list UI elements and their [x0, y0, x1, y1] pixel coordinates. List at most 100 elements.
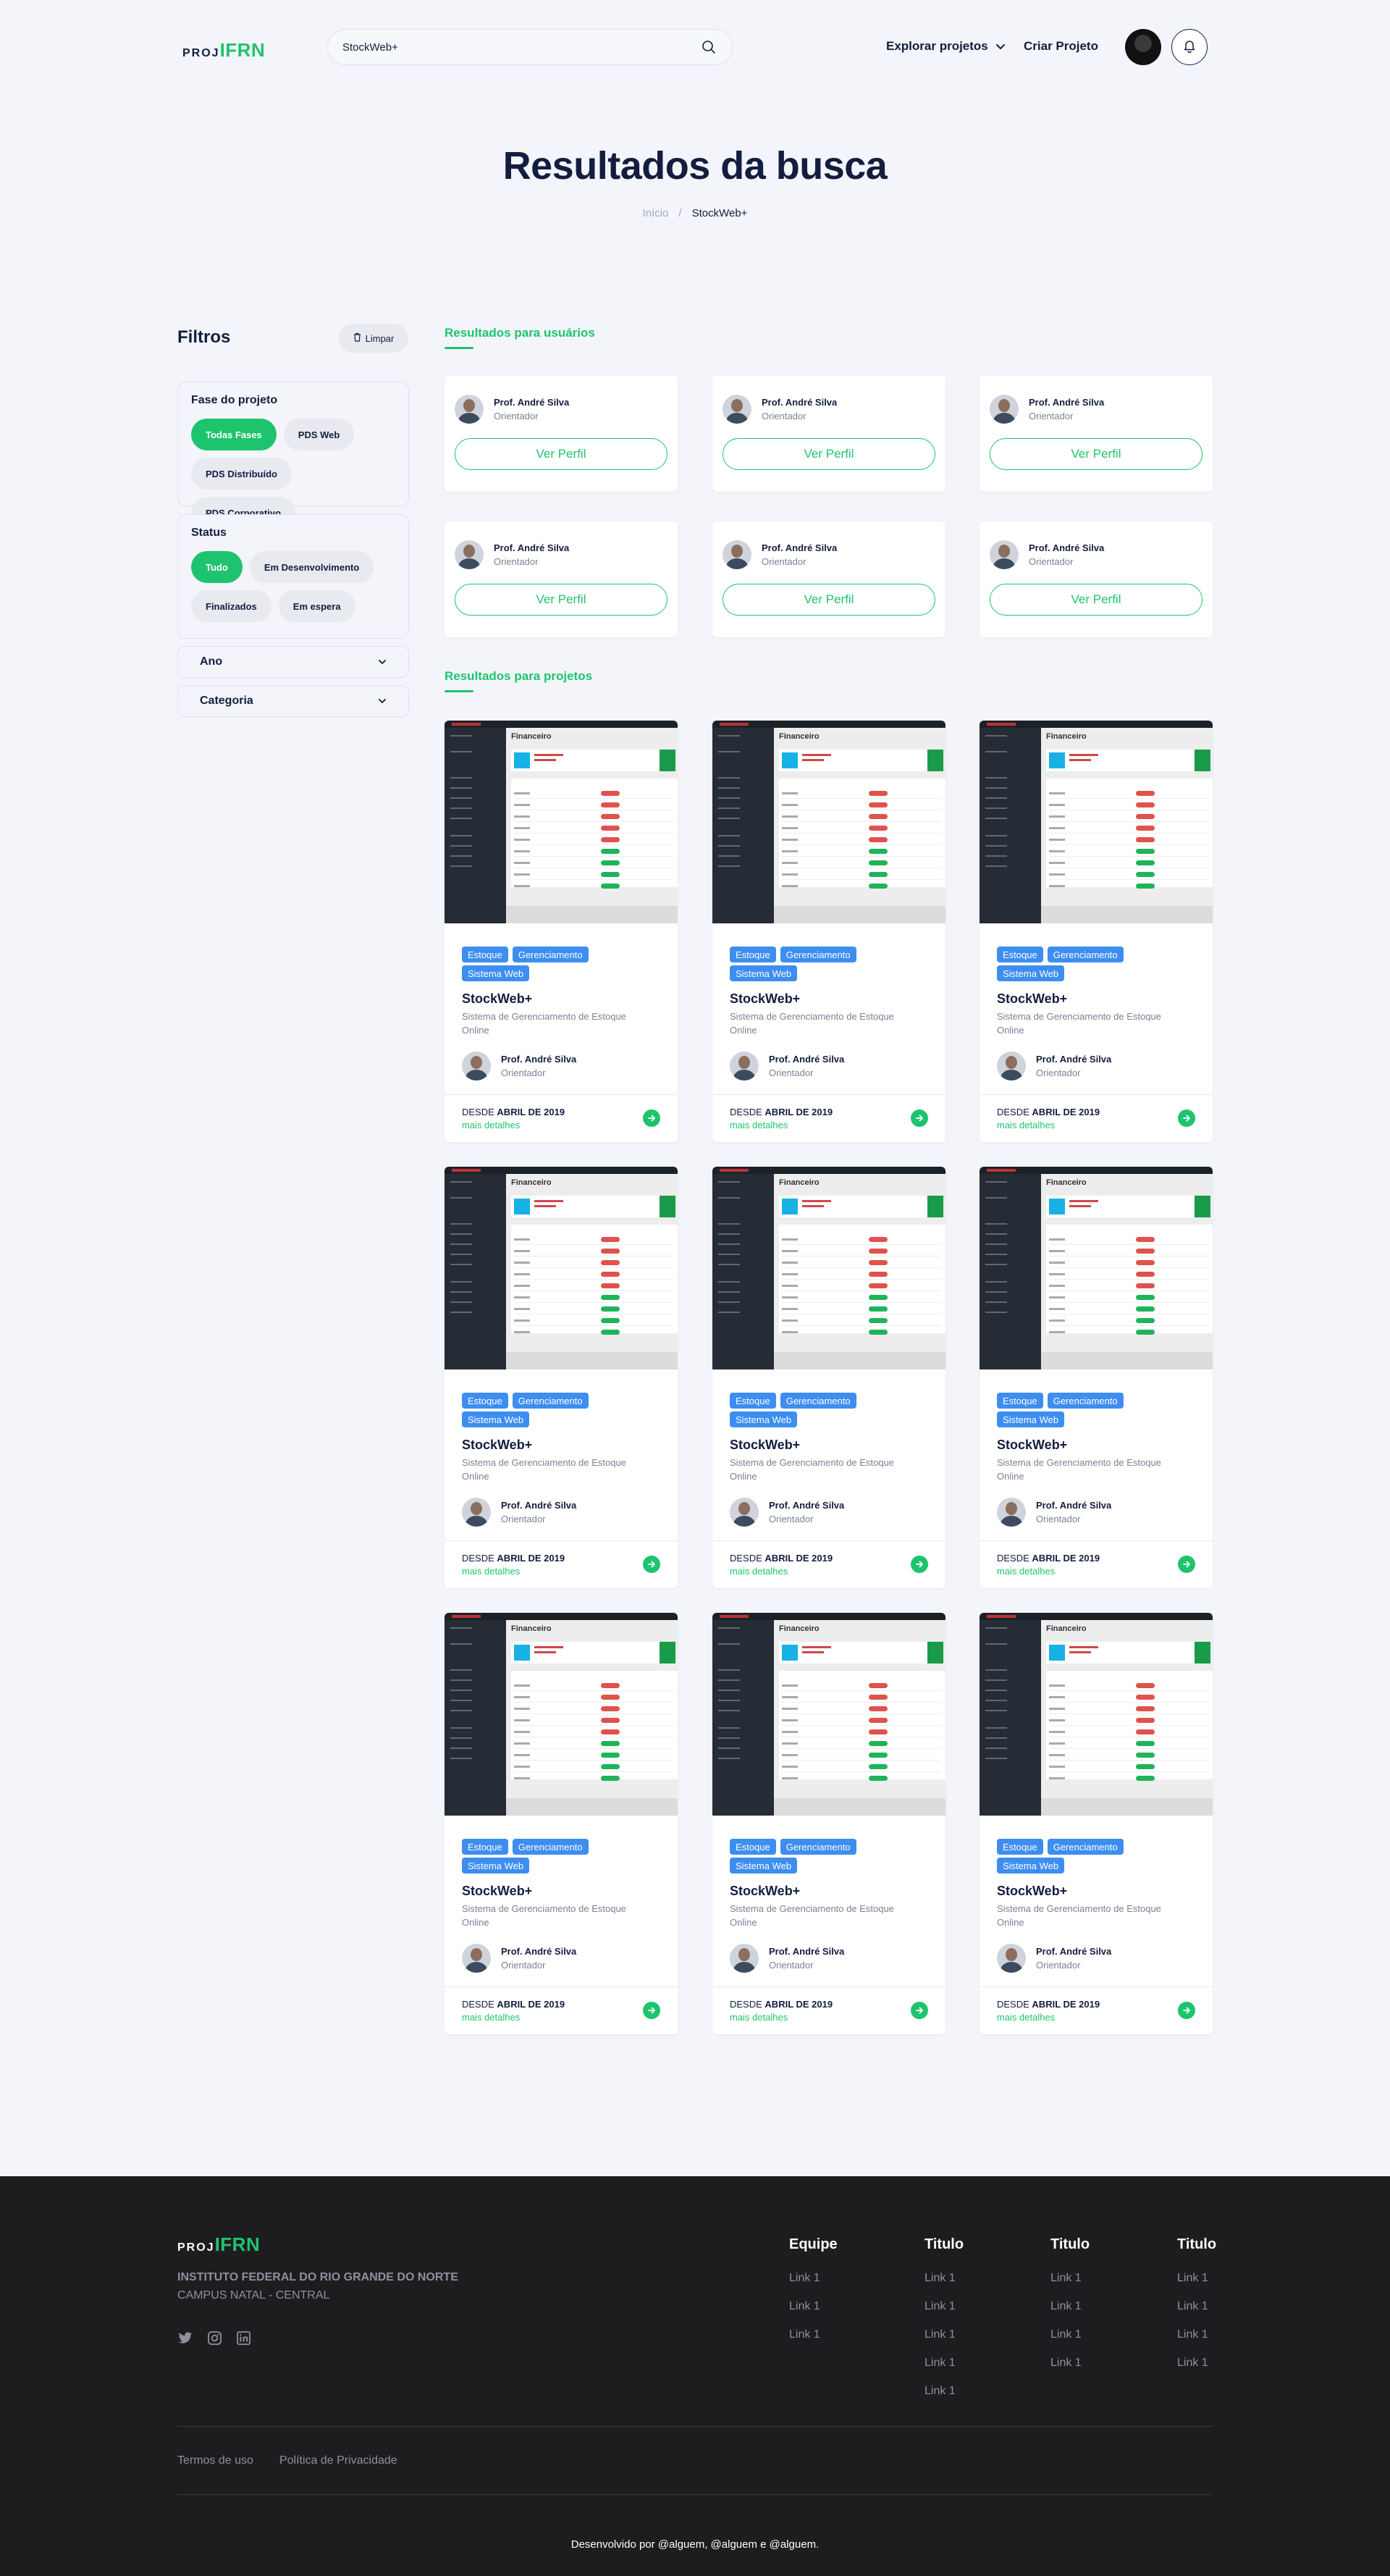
tag[interactable]: Gerenciamento	[780, 947, 856, 962]
more-details-link[interactable]: mais detalhes	[730, 1120, 928, 1130]
arrow-right-icon[interactable]	[1178, 1556, 1195, 1573]
tag[interactable]: Estoque	[462, 1393, 508, 1409]
view-profile-button[interactable]: Ver Perfil	[455, 438, 667, 470]
footer-link[interactable]: Link 1	[789, 2300, 838, 2313]
project-card[interactable]: Financeiro Estoque Gerenciamento Sistema We…	[980, 1167, 1213, 1588]
brand-logo[interactable]: PROJ IFRN	[182, 39, 265, 62]
user-avatar[interactable]	[1125, 29, 1161, 65]
tag[interactable]: Sistema Web	[462, 965, 530, 981]
project-card[interactable]: Financeiro Estoque Gerenciamento Sistema We…	[712, 1613, 945, 2034]
more-details-link[interactable]: mais detalhes	[730, 1566, 928, 1577]
chip-pds-web[interactable]: PDS Web	[283, 419, 355, 450]
breadcrumb-home[interactable]: Início	[643, 207, 669, 219]
arrow-right-icon[interactable]	[1178, 2002, 1195, 2019]
instagram-icon[interactable]	[206, 2330, 222, 2346]
project-card[interactable]: Financeiro Estoque Gerenciamento Sistema We…	[712, 721, 945, 1142]
more-details-link[interactable]: mais detalhes	[997, 2012, 1195, 2023]
tag[interactable]: Gerenciamento	[512, 1839, 589, 1855]
footer-link[interactable]: Link 1	[1050, 2357, 1090, 2370]
more-details-link[interactable]: mais detalhes	[997, 1120, 1195, 1130]
footer-link[interactable]: Link 1	[789, 2272, 838, 2285]
view-profile-button[interactable]: Ver Perfil	[455, 584, 667, 616]
footer-link[interactable]: Link 1	[924, 2385, 964, 2398]
chip-em-espera[interactable]: Em espera	[278, 590, 355, 622]
view-profile-button[interactable]: Ver Perfil	[723, 584, 935, 616]
arrow-right-icon[interactable]	[911, 1556, 928, 1573]
explore-projects-menu[interactable]: Explorar projetos	[886, 39, 1006, 54]
project-card[interactable]: Financeiro Estoque Gerenciamento Sistema We…	[980, 721, 1213, 1142]
search-input[interactable]	[342, 41, 700, 54]
more-details-link[interactable]: mais detalhes	[730, 2012, 928, 2023]
footer-link[interactable]: Link 1	[1050, 2328, 1090, 2341]
tag[interactable]: Sistema Web	[997, 965, 1065, 981]
tag[interactable]: Gerenciamento	[780, 1393, 856, 1409]
tag[interactable]: Estoque	[730, 947, 776, 962]
tag[interactable]: Estoque	[462, 947, 508, 962]
more-details-link[interactable]: mais detalhes	[462, 2012, 660, 2023]
footer-link[interactable]: Link 1	[924, 2300, 964, 2313]
footer-link[interactable]: Link 1	[1177, 2328, 1216, 2341]
project-card[interactable]: Financeiro Estoque Gerenciamento Sistema We…	[445, 721, 678, 1142]
tag[interactable]: Sistema Web	[730, 1411, 798, 1427]
footer-link[interactable]: Link 1	[924, 2328, 964, 2341]
chip-em-desenvolvimento[interactable]: Em Desenvolvimento	[249, 551, 374, 583]
view-profile-button[interactable]: Ver Perfil	[723, 438, 935, 470]
tag[interactable]: Estoque	[462, 1839, 508, 1855]
footer-link[interactable]: Link 1	[789, 2328, 838, 2341]
project-card[interactable]: Financeiro Estoque Gerenciamento Sistema We…	[445, 1167, 678, 1588]
chip-todas-fases[interactable]: Todas Fases	[191, 419, 277, 450]
footer-link[interactable]: Link 1	[1050, 2300, 1090, 2313]
tag[interactable]: Gerenciamento	[1047, 947, 1124, 962]
project-title[interactable]: StockWeb+	[980, 1427, 1213, 1453]
arrow-right-icon[interactable]	[643, 1109, 660, 1127]
project-title[interactable]: StockWeb+	[712, 1874, 945, 1899]
privacy-link[interactable]: Política de Privacidade	[279, 2454, 397, 2467]
tag[interactable]: Sistema Web	[462, 1858, 530, 1874]
category-dropdown[interactable]: Categoria	[177, 685, 409, 717]
tag[interactable]: Estoque	[997, 1393, 1043, 1409]
project-card[interactable]: Financeiro Estoque Gerenciamento Sistema We…	[980, 1613, 1213, 2034]
tag[interactable]: Estoque	[997, 1839, 1043, 1855]
footer-logo[interactable]: PROJ IFRN	[177, 2233, 260, 2256]
arrow-right-icon[interactable]	[911, 2002, 928, 2019]
project-title[interactable]: StockWeb+	[445, 1427, 678, 1453]
project-card[interactable]: Financeiro Estoque Gerenciamento Sistema We…	[712, 1167, 945, 1588]
tag[interactable]: Estoque	[997, 947, 1043, 962]
project-title[interactable]: StockWeb+	[980, 1874, 1213, 1899]
search-icon[interactable]	[700, 38, 717, 56]
tag[interactable]: Gerenciamento	[512, 1393, 589, 1409]
tag[interactable]: Estoque	[730, 1839, 776, 1855]
twitter-icon[interactable]	[177, 2330, 193, 2346]
linkedin-icon[interactable]	[235, 2330, 251, 2346]
clear-filters-button[interactable]: Limpar	[339, 324, 408, 353]
chip-finalizados[interactable]: Finalizados	[191, 590, 271, 622]
more-details-link[interactable]: mais detalhes	[462, 1120, 660, 1130]
tag[interactable]: Estoque	[730, 1393, 776, 1409]
chip-pds-distribuido[interactable]: PDS Distribuído	[191, 458, 292, 490]
project-title[interactable]: StockWeb+	[712, 1427, 945, 1453]
terms-link[interactable]: Termos de uso	[177, 2454, 253, 2467]
project-title[interactable]: StockWeb+	[712, 981, 945, 1007]
tag[interactable]: Gerenciamento	[512, 947, 589, 962]
arrow-right-icon[interactable]	[1178, 1109, 1195, 1127]
project-card[interactable]: Financeiro Estoque Gerenciamento Sistema We…	[445, 1613, 678, 2034]
footer-link[interactable]: Link 1	[1177, 2357, 1216, 2370]
tag[interactable]: Gerenciamento	[780, 1839, 856, 1855]
tag[interactable]: Gerenciamento	[1047, 1839, 1124, 1855]
footer-link[interactable]: Link 1	[1177, 2272, 1216, 2285]
view-profile-button[interactable]: Ver Perfil	[990, 584, 1202, 616]
project-title[interactable]: StockWeb+	[445, 1874, 678, 1899]
tag[interactable]: Sistema Web	[997, 1411, 1065, 1427]
tag[interactable]: Gerenciamento	[1047, 1393, 1124, 1409]
year-dropdown[interactable]: Ano	[177, 646, 409, 678]
tag[interactable]: Sistema Web	[730, 1858, 798, 1874]
project-title[interactable]: StockWeb+	[445, 981, 678, 1007]
footer-link[interactable]: Link 1	[1050, 2272, 1090, 2285]
arrow-right-icon[interactable]	[911, 1109, 928, 1127]
notifications-button[interactable]	[1171, 29, 1208, 65]
footer-link[interactable]: Link 1	[924, 2357, 964, 2370]
project-title[interactable]: StockWeb+	[980, 981, 1213, 1007]
arrow-right-icon[interactable]	[643, 2002, 660, 2019]
arrow-right-icon[interactable]	[643, 1556, 660, 1573]
more-details-link[interactable]: mais detalhes	[997, 1566, 1195, 1577]
